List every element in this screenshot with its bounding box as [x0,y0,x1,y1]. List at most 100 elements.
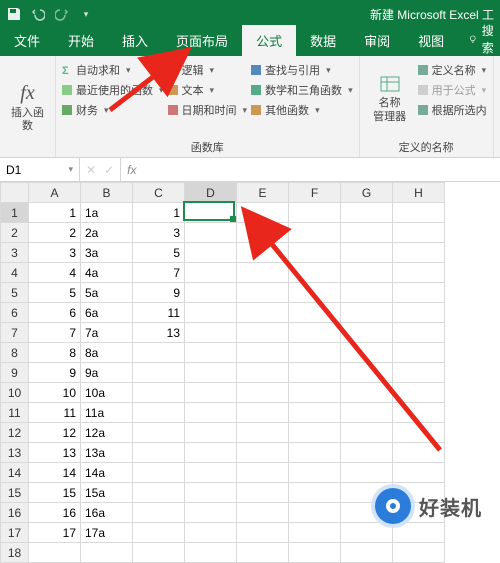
cell[interactable] [393,263,445,283]
tab-view[interactable]: 视图 [404,25,458,56]
cell[interactable]: 11a [81,403,133,423]
cell[interactable] [289,383,341,403]
save-icon[interactable] [6,6,22,22]
logical-button[interactable]: 逻辑▾ [168,62,248,78]
cell[interactable] [185,463,237,483]
cell[interactable] [289,303,341,323]
cell[interactable] [133,423,185,443]
cell[interactable] [393,443,445,463]
cell[interactable] [133,343,185,363]
cell[interactable] [393,363,445,383]
cell[interactable] [289,343,341,363]
cell[interactable] [341,263,393,283]
cell[interactable] [29,543,81,563]
row-header[interactable]: 6 [1,303,29,323]
math-button[interactable]: 数学和三角函数▾ [251,82,353,98]
cell[interactable] [185,363,237,383]
cell[interactable]: 13 [29,443,81,463]
column-header[interactable]: H [393,183,445,203]
cell[interactable] [185,423,237,443]
row-header[interactable]: 4 [1,263,29,283]
column-header[interactable]: C [133,183,185,203]
cell[interactable] [393,403,445,423]
row-header[interactable]: 14 [1,463,29,483]
tab-home[interactable]: 开始 [54,25,108,56]
cell[interactable]: 5a [81,283,133,303]
cell[interactable]: 9 [133,283,185,303]
cell[interactable] [185,283,237,303]
tab-formulas[interactable]: 公式 [242,25,296,56]
formula-input[interactable] [142,158,500,181]
cell[interactable] [185,243,237,263]
cell[interactable] [185,223,237,243]
row-header[interactable]: 18 [1,543,29,563]
cell[interactable]: 8 [29,343,81,363]
cell[interactable]: 15 [29,483,81,503]
cell[interactable] [237,383,289,403]
cell[interactable]: 7a [81,323,133,343]
row-header[interactable]: 2 [1,223,29,243]
cell[interactable] [393,343,445,363]
cell[interactable] [185,343,237,363]
cell[interactable] [289,203,341,223]
cell[interactable] [393,223,445,243]
cell[interactable] [185,303,237,323]
enter-icon[interactable]: ✓ [104,163,114,177]
cell[interactable] [133,523,185,543]
tab-file[interactable]: 文件 [0,25,54,56]
cell[interactable] [237,223,289,243]
cell[interactable] [341,543,393,563]
cell[interactable]: 11 [29,403,81,423]
tab-layout[interactable]: 页面布局 [162,25,242,56]
cell[interactable] [393,323,445,343]
cell[interactable] [237,243,289,263]
cell[interactable]: 10 [29,383,81,403]
undo-icon[interactable] [30,6,46,22]
cell[interactable] [393,303,445,323]
cell[interactable] [185,383,237,403]
define-name-button[interactable]: 定义名称▾ [418,62,487,78]
cell[interactable] [237,523,289,543]
cell[interactable]: 6a [81,303,133,323]
cell[interactable] [237,483,289,503]
cell[interactable] [133,363,185,383]
cell[interactable] [237,303,289,323]
cell[interactable] [341,363,393,383]
row-header[interactable]: 5 [1,283,29,303]
cell[interactable] [341,403,393,423]
cell[interactable]: 13 [133,323,185,343]
cell[interactable] [341,383,393,403]
cell[interactable] [393,203,445,223]
cell[interactable]: 12 [29,423,81,443]
cell[interactable] [237,263,289,283]
cell[interactable]: 6 [29,303,81,323]
cell[interactable] [185,323,237,343]
cell[interactable] [81,543,133,563]
cell[interactable] [237,543,289,563]
cell[interactable]: 1 [29,203,81,223]
qat-dropdown-icon[interactable]: ▾ [78,6,94,22]
cell[interactable] [341,523,393,543]
cell[interactable] [237,323,289,343]
cell[interactable] [341,223,393,243]
cell[interactable] [133,403,185,423]
row-header[interactable]: 12 [1,423,29,443]
cell[interactable] [289,443,341,463]
cell[interactable] [237,403,289,423]
redo-icon[interactable] [54,6,70,22]
cell[interactable]: 5 [133,243,185,263]
cell[interactable]: 15a [81,483,133,503]
cell[interactable] [289,483,341,503]
cell[interactable] [393,523,445,543]
cell[interactable]: 13a [81,443,133,463]
cell[interactable] [289,283,341,303]
cell[interactable] [185,503,237,523]
cell[interactable] [237,503,289,523]
cell[interactable] [289,363,341,383]
insert-function-button[interactable]: fx 插入函数 [6,60,49,155]
use-in-formula-button[interactable]: 用于公式▾ [418,82,487,98]
cell[interactable] [341,303,393,323]
cell[interactable] [289,523,341,543]
cell[interactable] [133,463,185,483]
cell[interactable]: 7 [29,323,81,343]
